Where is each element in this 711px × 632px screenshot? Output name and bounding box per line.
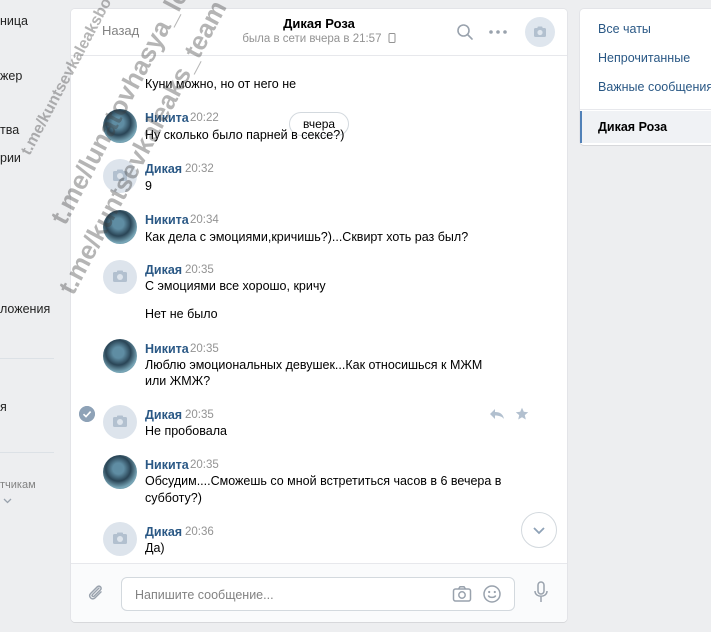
message-author[interactable]: Дикая <box>145 408 182 422</box>
message-input-box[interactable] <box>121 577 515 612</box>
message-author[interactable]: Никита <box>145 458 189 472</box>
camera-icon <box>113 415 127 427</box>
star-icon[interactable] <box>515 407 529 421</box>
camera-icon <box>113 532 127 544</box>
message-text: 9 <box>145 179 152 193</box>
message-time[interactable]: 20:35 <box>185 409 214 421</box>
camera-icon <box>534 26 546 37</box>
chevron-down-icon <box>533 527 545 535</box>
left-nav-item[interactable]: ложения <box>0 302 50 316</box>
chat-filter-menu: Все чаты Непрочитанные Важные сообщения … <box>580 9 711 145</box>
more-icon[interactable] <box>487 22 509 42</box>
message-author[interactable]: Никита <box>145 342 189 356</box>
message-time[interactable]: 20:35 <box>190 343 219 355</box>
menu-divider <box>580 109 711 110</box>
select-check-icon[interactable] <box>79 406 95 422</box>
left-nav-item[interactable]: тчикам <box>0 479 36 491</box>
left-nav-item[interactable]: рии <box>0 151 21 165</box>
message-time[interactable]: 20:34 <box>190 214 219 226</box>
avatar[interactable] <box>103 405 137 439</box>
message-author[interactable]: Дикая <box>145 525 182 539</box>
status-text: была в сети вчера в 21:57 <box>242 33 382 45</box>
message-text: Как дела с эмоциями,кричишь?)...Сквирт х… <box>145 230 469 244</box>
left-nav-item[interactable]: тва <box>0 123 19 137</box>
message-time[interactable]: 20:22 <box>190 112 219 124</box>
search-icon[interactable] <box>455 22 475 42</box>
avatar[interactable] <box>103 455 137 489</box>
menu-item-important[interactable]: Важные сообщения <box>598 80 711 94</box>
left-nav-item[interactable]: ница <box>0 14 28 28</box>
chat-avatar[interactable] <box>525 17 555 47</box>
chevron-down-icon[interactable] <box>3 498 12 504</box>
message-time[interactable]: 20:36 <box>185 526 214 538</box>
left-nav-divider <box>0 358 54 359</box>
message-time[interactable]: 20:32 <box>185 163 214 175</box>
message-time[interactable]: 20:35 <box>185 264 214 276</box>
message-author[interactable]: Никита <box>145 213 189 227</box>
emoji-icon[interactable] <box>482 584 502 604</box>
message-text: субботу?) <box>145 491 202 505</box>
menu-item-unread[interactable]: Непрочитанные <box>598 51 690 65</box>
chat-panel: Назад Дикая Роза была в сети вчера в 21:… <box>71 9 567 622</box>
menu-item-current-chat[interactable]: Дикая Роза <box>580 111 711 143</box>
message-text: Не пробовала <box>145 424 227 438</box>
message-text: Люблю эмоциональных девушек...Как относи… <box>145 358 483 372</box>
left-nav-item[interactable]: я <box>0 400 7 414</box>
attach-icon[interactable] <box>86 583 106 603</box>
message-author[interactable]: Дикая <box>145 263 182 277</box>
message-time[interactable]: 20:35 <box>190 459 219 471</box>
message-text: или ЖМЖ? <box>145 374 211 388</box>
avatar[interactable] <box>103 260 137 294</box>
left-nav-divider <box>0 452 54 453</box>
avatar[interactable] <box>103 339 137 373</box>
avatar[interactable] <box>103 522 137 556</box>
scroll-down-button[interactable] <box>521 512 557 548</box>
message-text: С эмоциями все хорошо, кричу <box>145 279 326 293</box>
left-nav-item[interactable]: жер <box>0 69 22 83</box>
message-input[interactable] <box>133 578 437 612</box>
camera-icon <box>113 270 127 282</box>
message-composer <box>71 563 567 622</box>
photo-camera-icon[interactable] <box>452 585 472 603</box>
microphone-icon[interactable] <box>533 581 549 603</box>
menu-item-all-chats[interactable]: Все чаты <box>598 22 651 36</box>
mobile-icon <box>388 33 396 43</box>
message-text: Нет не было <box>145 307 218 321</box>
menu-item-label: Дикая Роза <box>598 120 668 134</box>
reply-icon[interactable] <box>489 408 505 420</box>
message-text: Ну сколько было парней в сексе?) <box>145 128 345 142</box>
message-text: Да) <box>145 541 165 555</box>
message-text: Обсудим....Сможешь со мной встретиться ч… <box>145 474 502 488</box>
